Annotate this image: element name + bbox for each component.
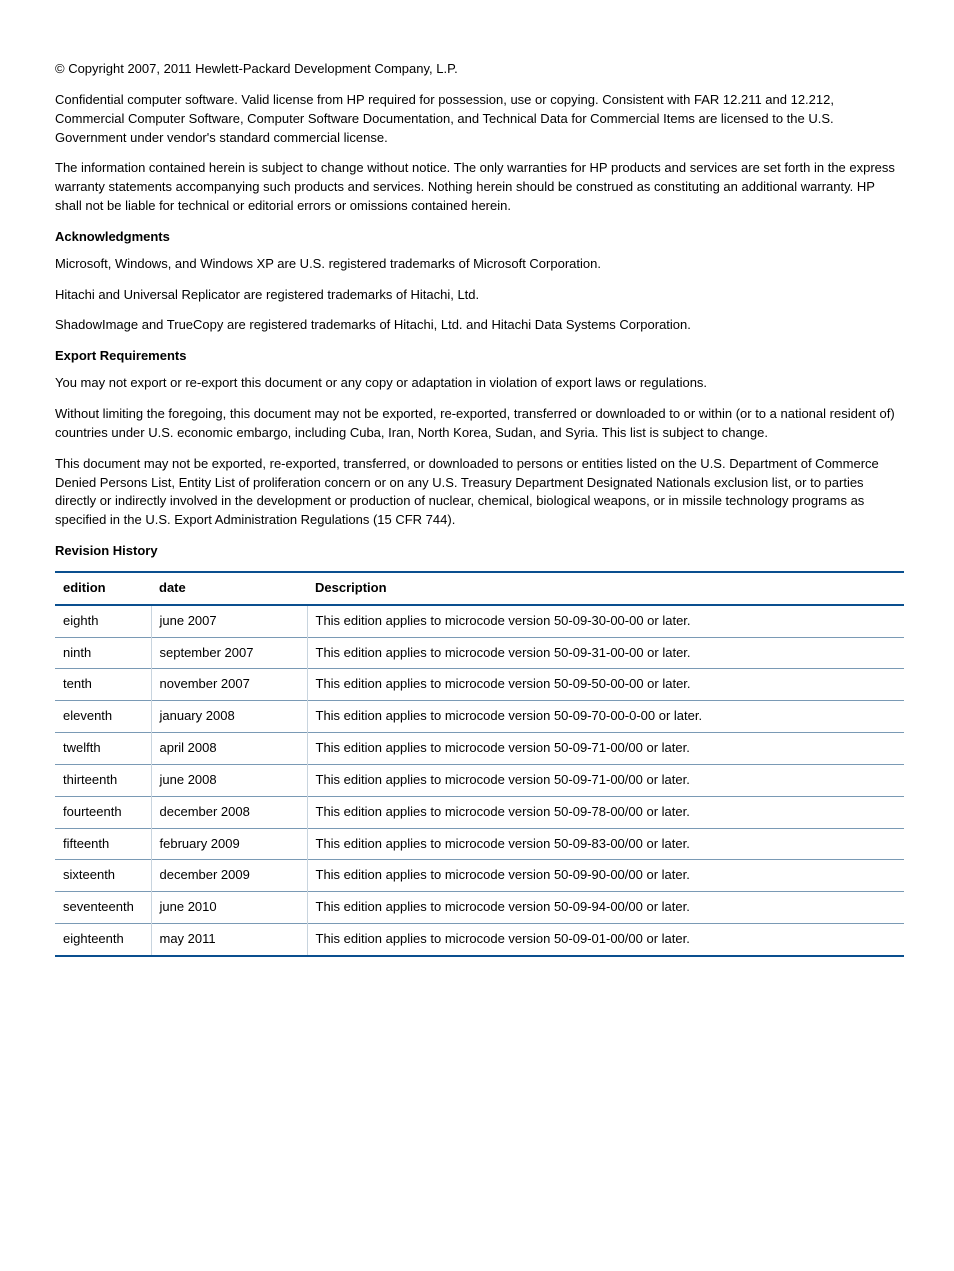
ack-paragraph-2: Hitachi and Universal Replicator are reg… — [55, 286, 904, 305]
cell-date: november 2007 — [151, 669, 307, 701]
table-row: thirteenthjune 2008This edition applies … — [55, 764, 904, 796]
cell-description: This edition applies to microcode versio… — [307, 796, 904, 828]
ack-paragraph-3: ShadowImage and TrueCopy are registered … — [55, 316, 904, 335]
export-heading: Export Requirements — [55, 347, 904, 366]
cell-date: may 2011 — [151, 924, 307, 956]
cell-description: This edition applies to microcode versio… — [307, 828, 904, 860]
acknowledgments-heading: Acknowledgments — [55, 228, 904, 247]
cell-edition: thirteenth — [55, 764, 151, 796]
table-row: fourteenthdecember 2008This edition appl… — [55, 796, 904, 828]
confidential-paragraph: Confidential computer software. Valid li… — [55, 91, 904, 148]
table-header-row: edition date Description — [55, 572, 904, 605]
table-row: eighteenthmay 2011This edition applies t… — [55, 924, 904, 956]
cell-edition: tenth — [55, 669, 151, 701]
cell-description: This edition applies to microcode versio… — [307, 637, 904, 669]
cell-description: This edition applies to microcode versio… — [307, 701, 904, 733]
cell-date: april 2008 — [151, 733, 307, 765]
table-row: ninthseptember 2007This edition applies … — [55, 637, 904, 669]
cell-description: This edition applies to microcode versio… — [307, 764, 904, 796]
cell-description: This edition applies to microcode versio… — [307, 733, 904, 765]
table-row: seventeenthjune 2010This edition applies… — [55, 892, 904, 924]
cell-edition: eleventh — [55, 701, 151, 733]
cell-edition: ninth — [55, 637, 151, 669]
table-row: fifteenthfebruary 2009This edition appli… — [55, 828, 904, 860]
header-edition: edition — [55, 572, 151, 605]
header-date: date — [151, 572, 307, 605]
cell-edition: seventeenth — [55, 892, 151, 924]
cell-edition: fourteenth — [55, 796, 151, 828]
cell-date: june 2007 — [151, 605, 307, 637]
cell-edition: fifteenth — [55, 828, 151, 860]
table-row: sixteenthdecember 2009This edition appli… — [55, 860, 904, 892]
table-row: twelfthapril 2008This edition applies to… — [55, 733, 904, 765]
table-row: tenthnovember 2007This edition applies t… — [55, 669, 904, 701]
cell-date: june 2010 — [151, 892, 307, 924]
cell-date: december 2008 — [151, 796, 307, 828]
cell-edition: eighth — [55, 605, 151, 637]
cell-description: This edition applies to microcode versio… — [307, 924, 904, 956]
information-paragraph: The information contained herein is subj… — [55, 159, 904, 216]
copyright-line: © Copyright 2007, 2011 Hewlett-Packard D… — [55, 60, 904, 79]
revision-history-table: edition date Description eighthjune 2007… — [55, 571, 904, 957]
cell-date: february 2009 — [151, 828, 307, 860]
table-row: eleventhjanuary 2008This edition applies… — [55, 701, 904, 733]
table-row: eighthjune 2007This edition applies to m… — [55, 605, 904, 637]
cell-description: This edition applies to microcode versio… — [307, 860, 904, 892]
cell-description: This edition applies to microcode versio… — [307, 892, 904, 924]
export-paragraph-3: This document may not be exported, re-ex… — [55, 455, 904, 530]
ack-paragraph-1: Microsoft, Windows, and Windows XP are U… — [55, 255, 904, 274]
revision-history-heading: Revision History — [55, 542, 904, 561]
cell-edition: sixteenth — [55, 860, 151, 892]
export-paragraph-1: You may not export or re-export this doc… — [55, 374, 904, 393]
cell-description: This edition applies to microcode versio… — [307, 669, 904, 701]
cell-date: december 2009 — [151, 860, 307, 892]
cell-description: This edition applies to microcode versio… — [307, 605, 904, 637]
cell-edition: twelfth — [55, 733, 151, 765]
export-paragraph-2: Without limiting the foregoing, this doc… — [55, 405, 904, 443]
cell-edition: eighteenth — [55, 924, 151, 956]
cell-date: june 2008 — [151, 764, 307, 796]
header-description: Description — [307, 572, 904, 605]
cell-date: january 2008 — [151, 701, 307, 733]
cell-date: september 2007 — [151, 637, 307, 669]
